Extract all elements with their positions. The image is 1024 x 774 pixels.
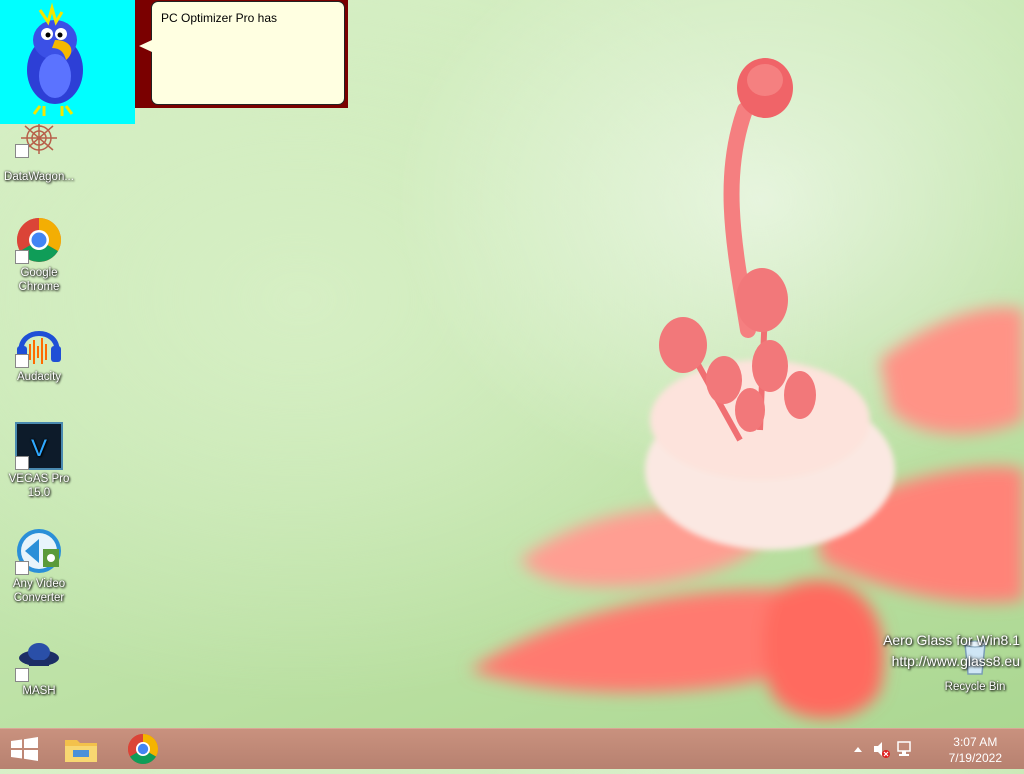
any-video-converter-icon xyxy=(15,527,63,575)
clock-time: 3:07 AM xyxy=(953,735,998,749)
office-assistant[interactable] xyxy=(0,0,135,124)
clock-date: 7/19/2022 xyxy=(948,751,1002,765)
desktop-icon-label: VEGAS Pro 15.0 xyxy=(8,473,70,499)
network-button[interactable] xyxy=(894,729,916,769)
show-hidden-icons-button[interactable] xyxy=(848,729,868,769)
shortcut-arrow-icon xyxy=(15,456,29,470)
desktop-icon-any-video-converter[interactable]: Any Video Converter xyxy=(1,527,77,605)
desktop-icon-google-chrome[interactable]: Google Chrome xyxy=(1,216,77,294)
desktop-icon-label: Audacity xyxy=(16,371,62,383)
desktop-icon-label: Any Video Converter xyxy=(12,578,66,604)
desktop-icon-label: Google Chrome xyxy=(18,267,60,293)
taskbar-chrome[interactable] xyxy=(114,729,172,769)
svg-text:V: V xyxy=(31,435,47,462)
desktop-icon-label: DataWagon... xyxy=(4,171,74,183)
file-explorer-icon xyxy=(65,740,97,762)
vegas-pro-icon: V xyxy=(15,422,63,470)
desktop-icon-label: Recycle Bin xyxy=(944,681,1006,693)
shortcut-arrow-icon xyxy=(15,668,29,682)
windows-start-icon xyxy=(11,737,38,761)
volume-button[interactable] xyxy=(870,729,892,769)
show-hidden-icons-icon xyxy=(854,747,862,752)
assistant-speech-balloon[interactable]: PC Optimizer Pro has xyxy=(151,1,345,105)
assistant-message: PC Optimizer Pro has xyxy=(161,11,278,25)
shortcut-arrow-icon xyxy=(15,561,29,575)
desktop-wallpaper xyxy=(470,58,1024,719)
shortcut-arrow-icon xyxy=(15,144,29,158)
audacity-icon xyxy=(15,320,63,368)
desktop-icon-mash[interactable]: MASH xyxy=(1,634,77,698)
taskbar-file-explorer[interactable] xyxy=(52,729,110,769)
network-icon xyxy=(897,741,911,756)
start-button[interactable] xyxy=(0,729,58,769)
volume-muted-icon xyxy=(874,742,890,758)
desktop-icon-label: MASH xyxy=(22,685,56,697)
watermark-line-2: http://www.glass8.eu xyxy=(891,653,1020,669)
parrot-assistant-icon[interactable] xyxy=(0,0,135,124)
mash-icon xyxy=(15,634,63,682)
taskbar-clock[interactable]: 3:07 AM 7/19/2022 xyxy=(949,734,1002,766)
desktop-icon-vegas-pro[interactable]: V VEGAS Pro 15.0 xyxy=(1,422,77,500)
desktop-icon-audacity[interactable]: Audacity xyxy=(1,320,77,384)
aero-glass-watermark: Aero Glass for Win8.1 http://www.glass8.… xyxy=(883,630,1020,672)
balloon-tail xyxy=(139,40,152,52)
desktop-icon-datawagon[interactable]: DataWagon... xyxy=(1,120,77,184)
chrome-icon xyxy=(15,216,63,264)
datawagon-icon xyxy=(15,120,63,168)
watermark-line-1: Aero Glass for Win8.1 xyxy=(883,632,1020,648)
taskbar: 3:07 AM 7/19/2022 xyxy=(0,728,1024,769)
chrome-icon xyxy=(127,734,159,765)
shortcut-arrow-icon xyxy=(15,250,29,264)
shortcut-arrow-icon xyxy=(15,354,29,368)
